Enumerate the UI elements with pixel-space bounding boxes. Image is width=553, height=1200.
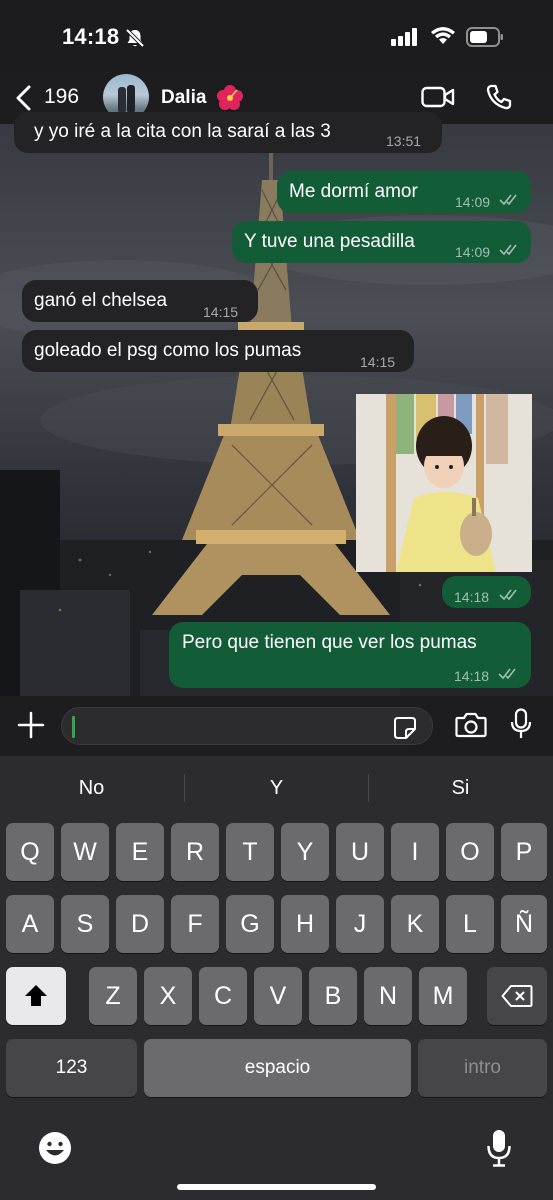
- message-time: 14:18: [454, 589, 490, 605]
- text-caret: [72, 716, 75, 738]
- message-time: 14:09: [455, 244, 491, 260]
- key-y[interactable]: Y: [281, 823, 329, 881]
- message-time: 14:15: [203, 304, 239, 320]
- message-bubble-incoming[interactable]: goleado el psg como los pumas 14:15: [22, 330, 414, 372]
- key-b[interactable]: B: [309, 967, 357, 1025]
- message-photo[interactable]: [356, 394, 532, 572]
- key-enye[interactable]: Ñ: [501, 895, 547, 953]
- read-ticks-icon: [499, 240, 521, 264]
- key-d[interactable]: D: [116, 895, 164, 953]
- message-bubble-outgoing[interactable]: Me dormí amor 14:09: [277, 171, 531, 213]
- sticker-icon[interactable]: [393, 716, 417, 745]
- backspace-key[interactable]: [487, 967, 547, 1025]
- message-text: Pero que tienen que ver los pumas: [182, 632, 477, 653]
- key-u[interactable]: U: [336, 823, 384, 881]
- video-call-icon[interactable]: [421, 85, 455, 114]
- key-p[interactable]: P: [501, 823, 547, 881]
- suggestion-1[interactable]: No: [0, 770, 183, 806]
- read-ticks-icon: [498, 664, 520, 688]
- shift-arrow-icon: [25, 985, 47, 1006]
- key-j[interactable]: J: [336, 895, 384, 953]
- home-indicator[interactable]: [177, 1184, 376, 1190]
- key-g[interactable]: G: [226, 895, 274, 953]
- key-z[interactable]: Z: [89, 967, 137, 1025]
- key-q[interactable]: Q: [6, 823, 54, 881]
- key-m[interactable]: M: [419, 967, 467, 1025]
- key-t[interactable]: T: [226, 823, 274, 881]
- message-text: Me dormí amor: [289, 181, 418, 202]
- suggestion-2[interactable]: Y: [185, 770, 368, 806]
- message-time: 14:15: [360, 354, 396, 370]
- read-ticks-icon: [499, 190, 521, 214]
- read-ticks-icon: [499, 585, 521, 609]
- key-o[interactable]: O: [446, 823, 494, 881]
- suggestion-3[interactable]: Si: [369, 770, 552, 806]
- message-image-footer[interactable]: 14:18: [442, 576, 531, 608]
- key-a[interactable]: A: [6, 895, 54, 953]
- keyboard: No Y Si Q W E R T Y U I O P A S D F G H …: [0, 756, 553, 1200]
- dictation-mic-icon[interactable]: [486, 1128, 512, 1173]
- key-i[interactable]: I: [391, 823, 439, 881]
- plus-icon[interactable]: [16, 710, 46, 745]
- key-s[interactable]: S: [61, 895, 109, 953]
- contact-name[interactable]: Dalia: [161, 87, 206, 109]
- camera-icon[interactable]: [455, 712, 487, 743]
- message-text: ganó el chelsea: [34, 290, 168, 311]
- message-time: 14:18: [454, 668, 490, 684]
- message-bubble-outgoing[interactable]: Pero que tienen que ver los pumas 14:18: [169, 622, 531, 688]
- key-n[interactable]: N: [364, 967, 412, 1025]
- key-r[interactable]: R: [171, 823, 219, 881]
- unread-count[interactable]: 196: [44, 85, 79, 109]
- backspace-icon: [501, 985, 533, 1007]
- key-c[interactable]: C: [199, 967, 247, 1025]
- space-key[interactable]: espacio: [144, 1039, 411, 1097]
- key-l[interactable]: L: [446, 895, 494, 953]
- key-x[interactable]: X: [144, 967, 192, 1025]
- key-w[interactable]: W: [61, 823, 109, 881]
- silent-bell-icon: [124, 27, 146, 54]
- status-bar: 14:18: [0, 0, 553, 72]
- voice-call-icon[interactable]: [485, 83, 513, 116]
- key-k[interactable]: K: [391, 895, 439, 953]
- key-e[interactable]: E: [116, 823, 164, 881]
- key-f[interactable]: F: [171, 895, 219, 953]
- message-text: Y tuve una pesadilla: [244, 231, 415, 252]
- key-h[interactable]: H: [281, 895, 329, 953]
- message-text: goleado el psg como los pumas: [34, 340, 302, 361]
- emoji-icon[interactable]: [37, 1130, 73, 1171]
- key-v[interactable]: V: [254, 967, 302, 1025]
- message-time: 13:51: [386, 133, 422, 149]
- message-bubble-incoming[interactable]: y yo iré a la cita con la saraí a las 3 …: [14, 112, 442, 153]
- message-time: 14:09: [455, 194, 491, 210]
- return-key[interactable]: intro: [418, 1039, 547, 1097]
- composer-bar: [0, 696, 553, 756]
- status-time: 14:18: [62, 24, 120, 49]
- battery-icon: [466, 27, 504, 52]
- message-text: y yo iré a la cita con la saraí a las 3: [34, 121, 331, 142]
- message-bubble-incoming[interactable]: ganó el chelsea 14:15: [22, 280, 258, 322]
- cellular-signal-icon: [391, 28, 419, 51]
- wifi-icon: [430, 26, 456, 51]
- numbers-key[interactable]: 123: [6, 1039, 137, 1097]
- shift-key[interactable]: [6, 967, 66, 1025]
- message-input[interactable]: [61, 707, 433, 745]
- message-bubble-outgoing[interactable]: Y tuve una pesadilla 14:09: [232, 221, 531, 263]
- microphone-icon[interactable]: [510, 708, 532, 745]
